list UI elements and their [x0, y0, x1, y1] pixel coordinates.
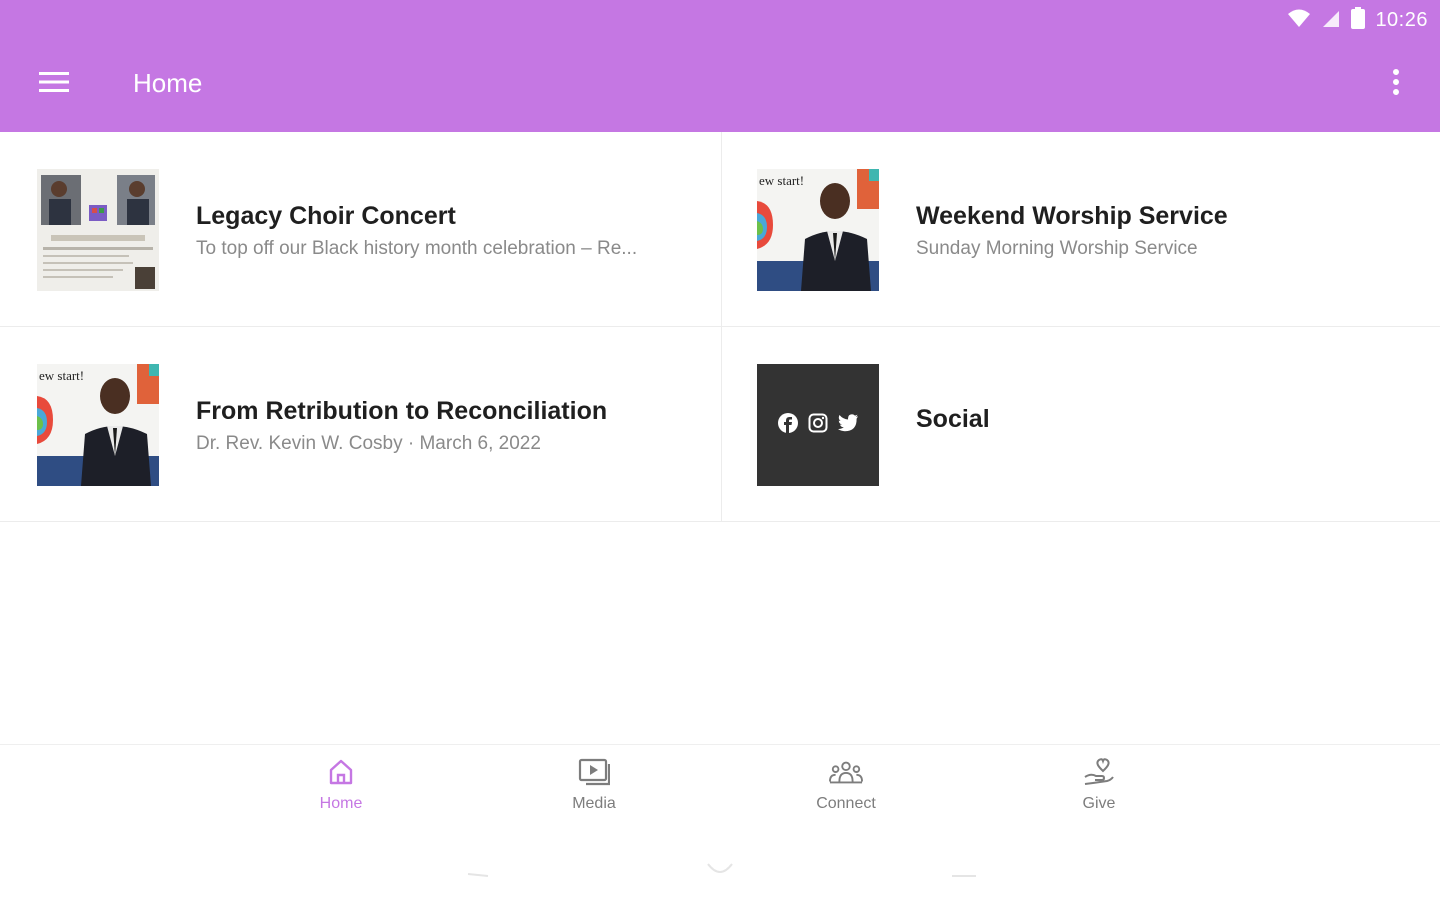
hamburger-menu-button[interactable] — [26, 62, 82, 106]
sermon-thumbnail: ew start! — [37, 364, 159, 486]
page-title: Home — [133, 68, 203, 98]
nav-tab-media[interactable]: Media — [524, 755, 664, 835]
card-title: Legacy Choir Concert — [196, 202, 456, 230]
bottom-navigation: Home Media Connect Give — [0, 744, 1440, 841]
card-subtitle: Dr. Rev. Kevin W. Cosby · March 6, 2022 — [196, 433, 541, 454]
overflow-menu-button[interactable] — [1380, 64, 1412, 104]
app-bar: 10:26 Home — [0, 0, 1440, 132]
card-social[interactable]: Social — [720, 327, 1440, 522]
card-retribution-to-reconciliation[interactable]: ew start! From Retribution to Reconcilia… — [0, 327, 720, 522]
nav-tab-give[interactable]: Give — [1029, 755, 1169, 835]
card-title: Social — [916, 405, 990, 433]
nav-label: Connect — [816, 795, 876, 812]
give-hand-icon — [1082, 755, 1116, 789]
card-subtitle: To top off our Black history month celeb… — [196, 238, 638, 259]
nav-tab-home[interactable]: Home — [271, 755, 411, 835]
back-icon[interactable] — [464, 860, 490, 885]
nav-label: Media — [572, 795, 616, 812]
social-thumbnail — [757, 364, 879, 486]
card-legacy-choir-concert[interactable]: Legacy Choir Concert To top off our Blac… — [0, 132, 720, 327]
card-title: Weekend Worship Service — [916, 202, 1228, 230]
cell-signal-icon — [1321, 8, 1341, 33]
battery-icon — [1351, 6, 1366, 34]
recents-icon[interactable] — [950, 862, 978, 885]
facebook-icon — [778, 412, 798, 438]
twitter-icon — [838, 413, 858, 437]
thumbnail-caption: ew start! — [759, 173, 805, 188]
pastor-photo-thumbnail: ew start! — [757, 169, 879, 291]
content-grid: Legacy Choir Concert To top off our Blac… — [0, 132, 1440, 522]
people-icon — [829, 755, 863, 789]
home-circle-icon[interactable] — [706, 858, 734, 883]
nav-label: Home — [319, 795, 363, 812]
status-bar: 10:26 — [1287, 6, 1428, 34]
instagram-icon — [808, 413, 828, 438]
home-icon — [324, 755, 358, 789]
card-title: From Retribution to Reconciliation — [196, 397, 608, 425]
thumbnail-caption: ew start! — [39, 368, 85, 383]
status-time: 10:26 — [1375, 8, 1428, 31]
nav-tab-connect[interactable]: Connect — [776, 755, 916, 835]
system-nav-bar — [0, 840, 1440, 900]
concert-flyer-thumbnail — [37, 169, 159, 291]
nav-label: Give — [1082, 795, 1116, 812]
wifi-icon — [1287, 8, 1311, 33]
menu-icon — [39, 71, 69, 98]
card-weekend-worship-service[interactable]: ew start! Weekend Worship Service Sunday… — [720, 132, 1440, 327]
more-vert-icon — [1393, 68, 1399, 100]
media-icon — [577, 755, 611, 789]
card-subtitle: Sunday Morning Worship Service — [916, 238, 1198, 259]
